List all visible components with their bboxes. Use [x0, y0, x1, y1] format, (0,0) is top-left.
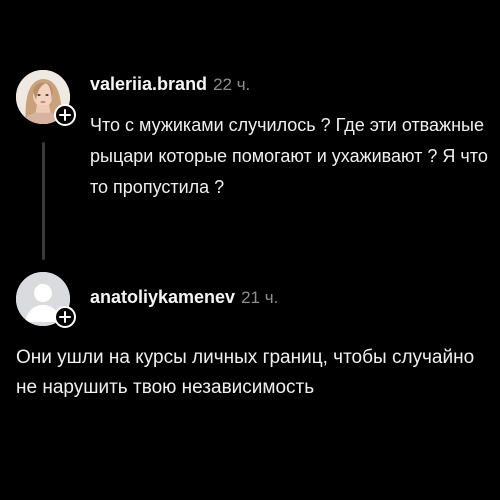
comment-2-time: 21 ч.	[241, 288, 279, 307]
avatar-anatoliy[interactable]	[16, 272, 76, 328]
comment-1-text: Что с мужиками случилось ? Где эти отваж…	[90, 115, 488, 197]
thread-line	[42, 142, 45, 260]
comment-1-time: 22 ч.	[213, 75, 251, 94]
username-anatoliy[interactable]: anatoliykamenev	[90, 287, 235, 307]
comment-2-header: anatoliykamenev 21 ч.	[90, 287, 278, 308]
comment-2-text: Они ушли на курсы личных границ, чтобы с…	[16, 347, 475, 398]
follow-plus-icon[interactable]	[54, 104, 76, 126]
follow-plus-icon[interactable]	[54, 306, 76, 328]
username-valeriia[interactable]: valeriia.brand	[90, 74, 207, 94]
avatar-valeriia[interactable]	[16, 70, 76, 126]
comment-1-header: valeriia.brand 22 ч.	[90, 74, 250, 95]
